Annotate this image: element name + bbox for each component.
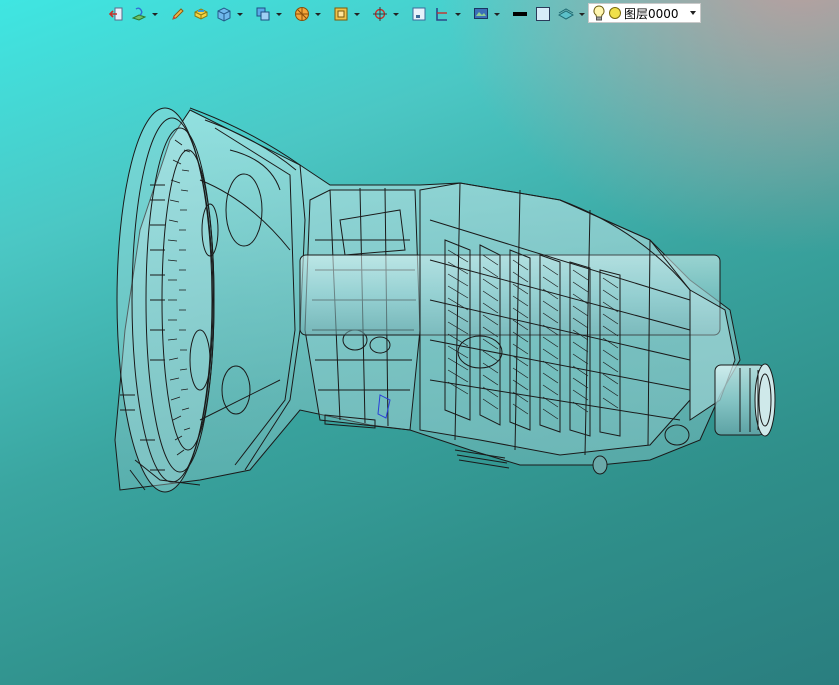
layer-color-icon[interactable] [608, 6, 622, 20]
graphics-viewport[interactable]: 图层0000 [0, 0, 839, 685]
main-toolbar [106, 3, 585, 25]
layer-name: 图层0000 [624, 6, 679, 21]
exit-sketch-icon[interactable] [106, 4, 126, 24]
gearbox-wireframe-model[interactable] [0, 0, 839, 685]
section-plane-icon[interactable] [432, 4, 452, 24]
render-mode-icon[interactable] [292, 4, 312, 24]
view-dropdown[interactable] [354, 4, 360, 24]
display-settings-icon[interactable] [471, 4, 491, 24]
snap-dropdown[interactable] [393, 4, 399, 24]
snap-point-icon[interactable] [370, 4, 390, 24]
material-dropdown[interactable] [579, 4, 585, 24]
lightbulb-icon[interactable] [592, 5, 606, 21]
face-color-icon[interactable] [533, 4, 553, 24]
layer-select[interactable]: 图层0000 [588, 3, 701, 23]
sketch-plane-icon[interactable] [129, 4, 149, 24]
solid-dropdown[interactable] [237, 4, 243, 24]
section-dropdown[interactable] [455, 4, 461, 24]
rear-housing [419, 182, 691, 456]
material-icon[interactable] [556, 4, 576, 24]
boolean-icon[interactable] [253, 4, 273, 24]
view-orient-icon[interactable] [331, 4, 351, 24]
sketch-dropdown[interactable] [152, 4, 158, 24]
boolean-dropdown[interactable] [276, 4, 282, 24]
extrude-icon[interactable] [191, 4, 211, 24]
display-dropdown[interactable] [494, 4, 500, 24]
single-view-icon[interactable] [409, 4, 429, 24]
line-color-icon[interactable] [510, 4, 530, 24]
solid-cube-icon[interactable] [214, 4, 234, 24]
chevron-down-icon[interactable] [690, 11, 696, 15]
render-dropdown[interactable] [315, 4, 321, 24]
pencil-icon[interactable] [168, 4, 188, 24]
